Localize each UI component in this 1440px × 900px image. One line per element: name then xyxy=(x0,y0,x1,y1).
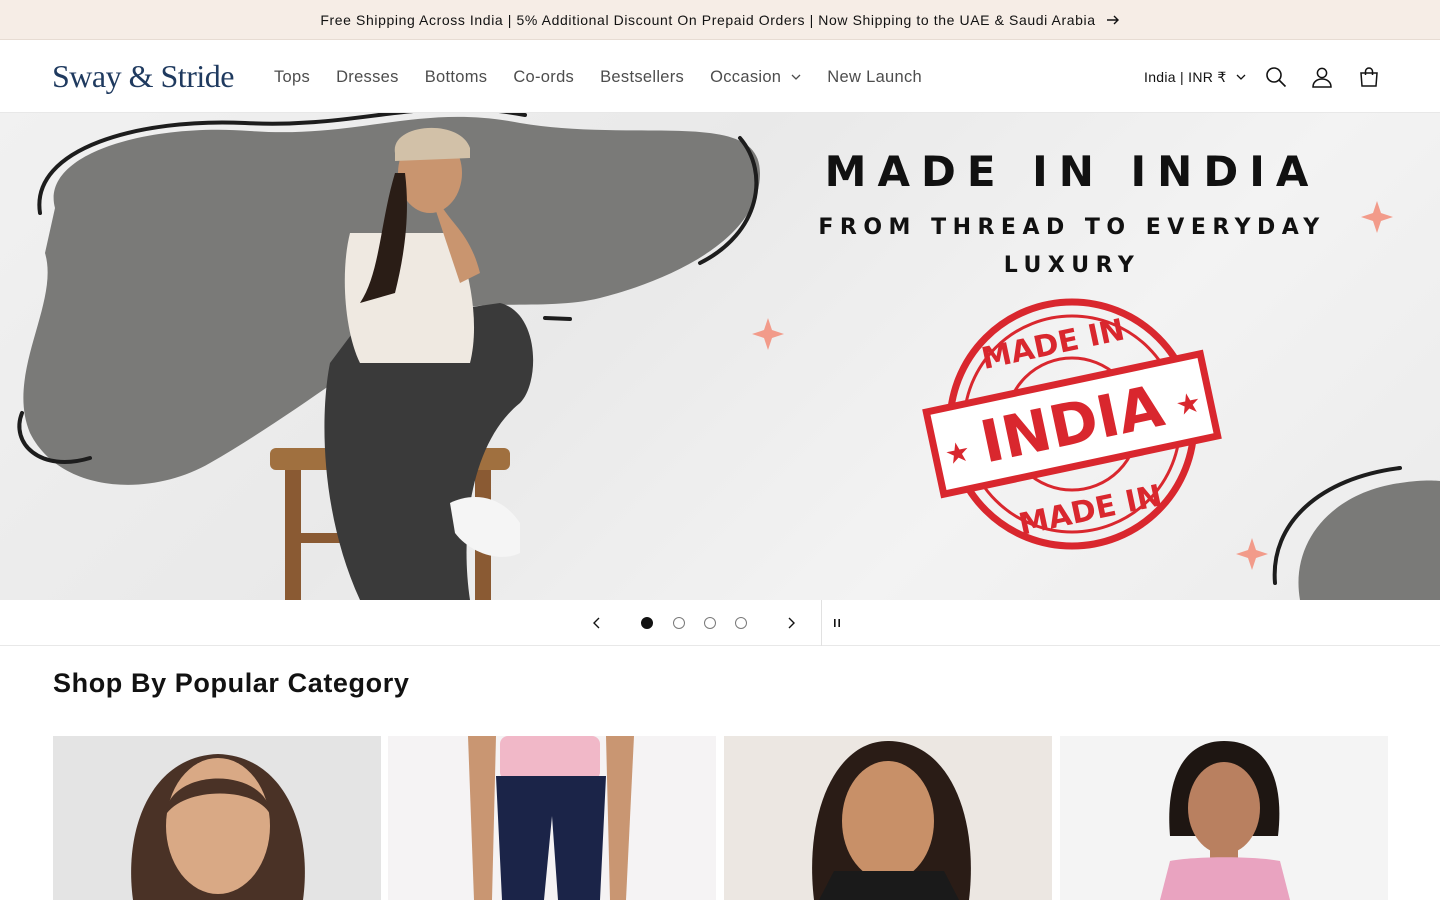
nav-item-bestsellers[interactable]: Bestsellers xyxy=(588,59,696,95)
hero-slideshow[interactable]: INDIA ★ ★ MADE IN MADE IN MADE IN INDIA … xyxy=(0,113,1440,600)
search-icon xyxy=(1266,67,1287,88)
nav-item-new-launch[interactable]: New Launch xyxy=(815,59,934,95)
hero-subtitle: FROM THREAD TO EVERYDAY LUXURY xyxy=(818,215,1326,278)
slide-dot-1[interactable] xyxy=(641,617,653,629)
cart-icon xyxy=(1360,67,1378,87)
previous-slide-button[interactable] xyxy=(581,607,613,639)
nav-label: Tops xyxy=(274,67,311,86)
chevron-down-icon xyxy=(791,74,801,80)
hero-title: MADE IN INDIA xyxy=(824,147,1320,196)
nav-label: Dresses xyxy=(336,67,399,86)
category-card-4[interactable] xyxy=(1060,736,1388,900)
main-nav: Tops Dresses Bottoms Co-ords Bestsellers… xyxy=(262,41,936,113)
chevron-down-icon xyxy=(1236,74,1246,80)
chevron-right-icon xyxy=(788,617,795,629)
slideshow-controls xyxy=(0,600,1440,646)
nav-item-tops[interactable]: Tops xyxy=(262,59,322,95)
category-image xyxy=(53,736,381,900)
account-button[interactable] xyxy=(1304,59,1340,95)
category-image xyxy=(388,736,716,900)
next-slide-button[interactable] xyxy=(775,607,807,639)
nav-label: Occasion xyxy=(710,67,782,86)
made-in-india-stamp: INDIA ★ ★ MADE IN MADE IN xyxy=(922,298,1222,550)
logo-wordmark: Sway & Stride xyxy=(52,58,235,94)
region-label: India | INR ₹ xyxy=(1144,68,1227,85)
nav-item-bottoms[interactable]: Bottoms xyxy=(413,59,500,95)
pause-slideshow-button[interactable] xyxy=(821,607,853,639)
cart-button[interactable] xyxy=(1351,59,1387,95)
nav-label: New Launch xyxy=(827,67,923,86)
brand-logo[interactable]: Sway & Stride xyxy=(52,55,236,99)
section-title: Shop By Popular Category xyxy=(53,668,410,698)
slide-dot-4[interactable] xyxy=(735,617,747,629)
nav-item-occasion[interactable]: Occasion xyxy=(698,59,813,95)
category-card-3[interactable] xyxy=(724,736,1052,900)
nav-label: Co-ords xyxy=(513,67,575,86)
nav-label: Bottoms xyxy=(424,67,488,86)
category-grid xyxy=(53,736,1389,900)
slide-dot-2[interactable] xyxy=(673,617,685,629)
category-image xyxy=(724,736,1052,900)
category-card-2[interactable] xyxy=(388,736,716,900)
nav-item-co-ords[interactable]: Co-ords xyxy=(501,59,586,95)
svg-text:Sway & Stride: Sway & Stride xyxy=(52,58,234,94)
arrow-right-icon xyxy=(1106,15,1119,24)
country-currency-selector[interactable]: India | INR ₹ xyxy=(1134,63,1256,91)
chevron-left-icon xyxy=(593,617,600,629)
category-image xyxy=(1060,736,1388,900)
category-card-1[interactable] xyxy=(53,736,381,900)
announcement-text: Free Shipping Across India | 5% Addition… xyxy=(320,11,1096,28)
search-button[interactable] xyxy=(1258,59,1294,95)
slide-dot-3[interactable] xyxy=(704,617,716,629)
account-icon xyxy=(1312,67,1332,88)
site-header: Sway & Stride Tops Dresses Bottoms Co-or… xyxy=(0,41,1440,113)
nav-label: Bestsellers xyxy=(600,67,685,86)
announcement-bar: Free Shipping Across India | 5% Addition… xyxy=(0,0,1440,40)
nav-item-dresses[interactable]: Dresses xyxy=(324,59,411,95)
pause-icon xyxy=(834,619,840,627)
announcement-link[interactable]: Free Shipping Across India | 5% Addition… xyxy=(320,12,1119,28)
